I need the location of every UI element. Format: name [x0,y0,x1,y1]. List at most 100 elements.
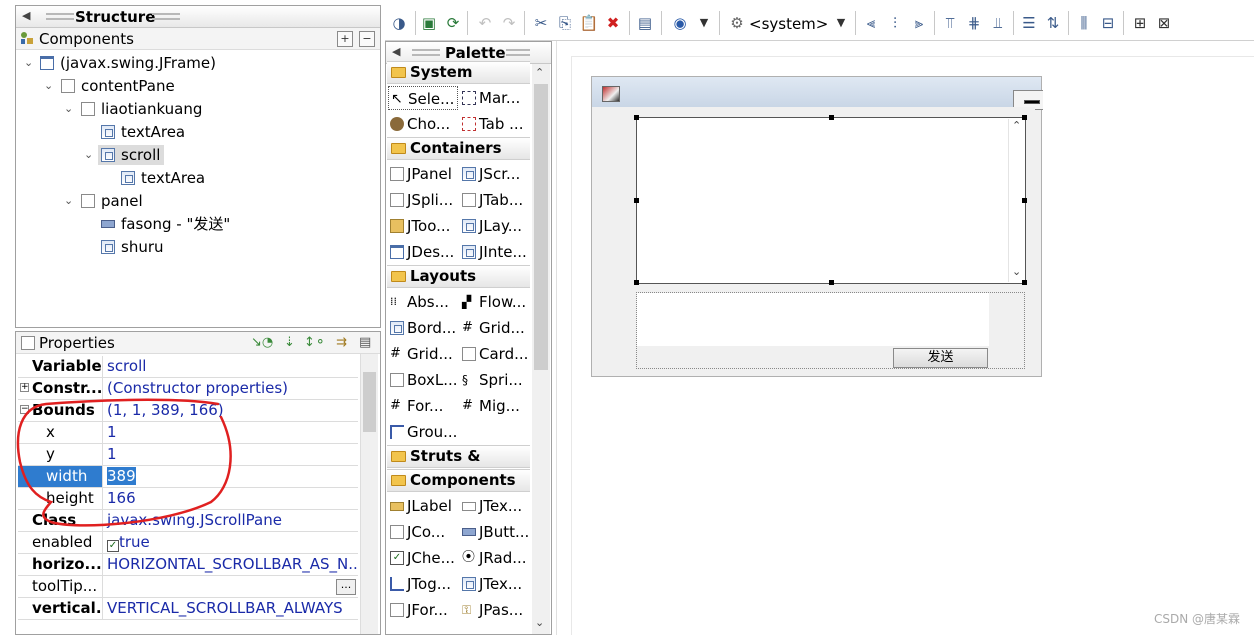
palette-item-choose[interactable]: Cho... [388,112,458,136]
prop-value[interactable] [104,576,358,597]
palette-item-absolute-layout[interactable]: ⁞⁞ Abs... [388,290,458,314]
palette-item-jtogglebutton[interactable]: JTog... [388,572,458,596]
palette-item-flowlayout[interactable]: ▞ Flow... [460,290,530,314]
tree-node-fasong[interactable]: fasong - "发送" [16,213,376,235]
paste-icon[interactable]: 📋 [579,13,599,33]
tab-order-icon[interactable]: ▤ [635,13,655,33]
align-top-icon[interactable]: ⫪ [940,13,960,33]
convert-local-icon[interactable]: ↕⚬ [304,335,326,350]
palette-scrollbar-thumb[interactable] [534,84,548,370]
scroll-down-icon[interactable]: ⌄ [535,616,544,629]
tree-node-liaotiankuang[interactable]: ⌄ liaotiankuang [16,98,376,120]
prop-row-variable[interactable]: Variable scroll [18,356,358,378]
source-icon[interactable]: ▣ [419,13,439,33]
collapse-all-button[interactable]: − [359,31,375,47]
palette-item-jtextarea[interactable]: JTex... [460,572,530,596]
scroll-down-icon[interactable]: ⌄ [1012,265,1021,278]
palette-item-marquee[interactable]: Mar... [460,86,530,110]
palette-item-grouplayout[interactable]: Grou... [388,420,458,444]
palette-item-jdesktoppane[interactable]: JDes... [388,240,458,264]
tree-expand-icon[interactable]: ⌄ [44,75,53,97]
prop-value[interactable]: scroll [104,356,358,377]
palette-scrollbar[interactable]: ⌃ ⌄ [532,64,550,634]
palette-item-jformattedtextfield[interactable]: JFor... [388,598,458,622]
palette-item-formlayout[interactable]: # For... [388,394,458,418]
refresh-icon[interactable]: ⟳ [443,13,463,33]
palette-category-layouts[interactable]: Layouts [387,265,530,288]
palette-item-selection[interactable]: ↖ Sele... [388,86,458,110]
palette-item-tab-order[interactable]: Tab ... [460,112,530,136]
resize-handle[interactable] [829,115,834,120]
prop-value[interactable]: HORIZONTAL_SCROLLBAR_AS_N... [104,554,358,575]
resize-handle[interactable] [634,198,639,203]
resize-handle[interactable] [1022,280,1027,285]
palette-item-jlayeredpane[interactable]: JLay... [460,214,530,238]
show-advanced-icon[interactable]: ⇉ [336,335,347,350]
tooltip-edit-button[interactable]: ... [336,579,356,595]
properties-scrollbar[interactable] [360,354,378,634]
palette-item-miglayout[interactable]: # Mig... [460,394,530,418]
delete-icon[interactable]: ✖ [603,13,623,33]
resize-handle[interactable] [634,115,639,120]
expand-all-button[interactable]: + [337,31,353,47]
palette-item-jlabel[interactable]: JLabel [388,494,458,518]
palette-item-jtabbedpane[interactable]: JTab... [460,188,530,212]
enabled-checkbox[interactable]: ✓ [107,540,119,552]
prop-row-horizontal-scrollbar[interactable]: horizo... HORIZONTAL_SCROLLBAR_AS_N... [18,554,358,576]
palette-category-containers[interactable]: Containers [387,137,530,160]
palette-item-jsplitpane[interactable]: JSpli... [388,188,458,212]
align-center-icon[interactable]: ⫶ [885,13,905,33]
prop-row-tooltip[interactable]: toolTip... ... [18,576,358,598]
tree-node-textarea-inner[interactable]: textArea [16,167,376,189]
tree-node-scroll[interactable]: ⌄ scroll [16,144,376,166]
center-vertical-icon[interactable]: ⊠ [1154,13,1174,33]
center-horizontal-icon[interactable]: ⊞ [1130,13,1150,33]
resize-handle[interactable] [829,280,834,285]
palette-item-jradiobutton[interactable]: ⦿ JRad... [460,546,530,570]
chevron-down-icon[interactable]: ▼ [831,13,851,33]
palette-item-jbutton[interactable]: JButt... [460,520,530,544]
tree-expand-icon[interactable]: ⌄ [64,190,73,212]
palette-item-boxlayout[interactable]: BoxL... [388,368,458,392]
palette-category-system[interactable]: System [387,61,530,84]
prop-value[interactable]: ✓ true [104,532,358,553]
resize-handle[interactable] [634,280,639,285]
tree-node-contentpane[interactable]: ⌄ contentPane [16,75,376,97]
collapse-arrow-icon[interactable]: ◀ [392,45,400,58]
scroll-pane-selected[interactable]: ⌃ ⌄ [634,115,1027,285]
prop-value[interactable]: VERTICAL_SCROLLBAR_ALWAYS [104,598,358,619]
palette-item-borderlayout[interactable]: Bord... [388,316,458,340]
space-vertical-icon[interactable]: ⇅ [1043,13,1063,33]
input-panel[interactable]: 发送 [636,292,1025,369]
prop-row-enabled[interactable]: enabled ✓ true [18,532,358,554]
globe-icon[interactable]: ◉ [670,13,690,33]
palette-item-jtoolbar[interactable]: JToo... [388,214,458,238]
palette-item-jpanel[interactable]: JPanel [388,162,458,186]
test-gui-icon[interactable]: ◑ [389,13,409,33]
palette-item-jscrollpane[interactable]: JScr... [460,162,530,186]
copy-icon[interactable]: ⎘ [555,13,575,33]
chevron-down-icon[interactable]: ▼ [694,13,714,33]
palette-category-struts[interactable]: Struts & Sprin... [387,445,530,486]
tree-node-shuru[interactable]: shuru [16,236,376,258]
palette-category-components[interactable]: Components [387,469,530,492]
align-left-icon[interactable]: ⫷ [861,13,881,33]
look-and-feel-select[interactable]: <system> [749,13,828,35]
palette-item-jpasswordfield[interactable]: ⚿ JPas... [460,598,530,622]
same-height-icon[interactable]: ⊟ [1098,13,1118,33]
resize-handle[interactable] [1022,115,1027,120]
palette-item-gridbaglayout[interactable]: # Grid... [388,342,458,366]
align-middle-icon[interactable]: ⋕ [964,13,984,33]
undo-icon[interactable]: ↶ [475,13,495,33]
scroll-up-icon[interactable]: ⌃ [1012,119,1021,132]
prop-row-vertical-scrollbar[interactable]: vertical... VERTICAL_SCROLLBAR_ALWAYS [18,598,358,620]
space-horizontal-icon[interactable]: ☰ [1019,13,1039,33]
palette-item-jcheckbox[interactable]: ✓ JChe... [388,546,458,570]
align-bottom-icon[interactable]: ⫫ [988,13,1008,33]
resize-handle[interactable] [1022,198,1027,203]
tree-node-panel[interactable]: ⌄ panel [16,190,376,212]
palette-item-jtextfield[interactable]: JTex... [460,494,530,518]
tree-expand-icon[interactable]: ⌄ [64,98,73,120]
palette-item-jinternalframe[interactable]: JInte... [460,240,530,264]
redo-icon[interactable]: ↷ [499,13,519,33]
